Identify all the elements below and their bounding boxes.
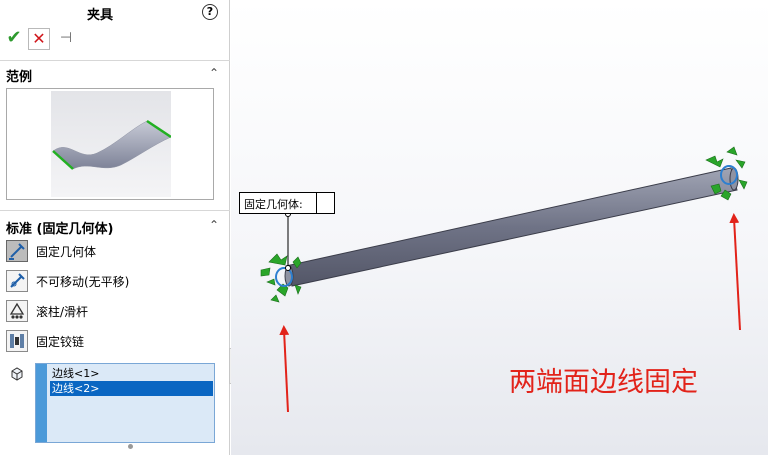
immovable-icon[interactable] — [6, 270, 28, 292]
example-preview-image — [51, 91, 172, 197]
pin-icon[interactable]: ⊣ — [55, 28, 77, 50]
chevron-up-icon[interactable]: ⌃ — [209, 218, 219, 232]
callout-divider — [316, 193, 317, 213]
selection-item[interactable]: 边线<1> — [50, 366, 213, 381]
resize-handle[interactable] — [128, 444, 133, 449]
fixture-callout-box[interactable]: 固定几何体: — [239, 192, 335, 214]
example-preview — [6, 88, 214, 200]
selection-item[interactable]: 边线<2> — [50, 381, 213, 396]
ok-button[interactable]: ✔ — [3, 28, 25, 50]
cancel-button[interactable]: ✕ — [28, 28, 50, 50]
option-label: 固定铰链 — [36, 335, 85, 349]
help-icon[interactable]: ? — [202, 4, 218, 20]
property-manager-panel: 夹具 ? ✔ ✕ ⊣ 范例 ⌃ 标准 (固定几何体) ⌃ 固定几何体 不可移动(… — [0, 0, 230, 455]
cube-icon — [9, 366, 25, 382]
selection-list-marker — [36, 364, 47, 442]
fixed-hinge-icon[interactable] — [6, 330, 28, 352]
annotation-arrow-right — [729, 213, 741, 331]
callout-label: 固定几何体: — [244, 198, 303, 211]
example-part-image — [52, 119, 172, 170]
option-label: 滚柱/滑杆 — [36, 305, 89, 319]
standard-section-title: 标准 (固定几何体) — [6, 222, 114, 237]
roller-slider-icon[interactable] — [6, 300, 28, 322]
panel-title: 夹具 — [86, 8, 113, 23]
annotation-text: 两端面边线固定 — [509, 367, 698, 398]
fixed-geometry-icon[interactable] — [6, 240, 28, 262]
selection-list[interactable]: 边线<1> 边线<2> — [35, 363, 215, 443]
chevron-up-icon[interactable]: ⌃ — [209, 66, 219, 80]
option-label: 固定几何体 — [36, 245, 97, 259]
graphics-viewport[interactable]: 固定几何体: 两端面边线固定 — [231, 0, 768, 455]
annotation-arrow-left — [279, 325, 290, 413]
divider — [0, 210, 230, 211]
callout-anchor — [285, 265, 291, 271]
beam-part[interactable] — [284, 167, 739, 287]
option-label: 不可移动(无平移) — [36, 275, 130, 289]
example-section-title: 范例 — [6, 70, 33, 85]
divider — [0, 60, 230, 61]
